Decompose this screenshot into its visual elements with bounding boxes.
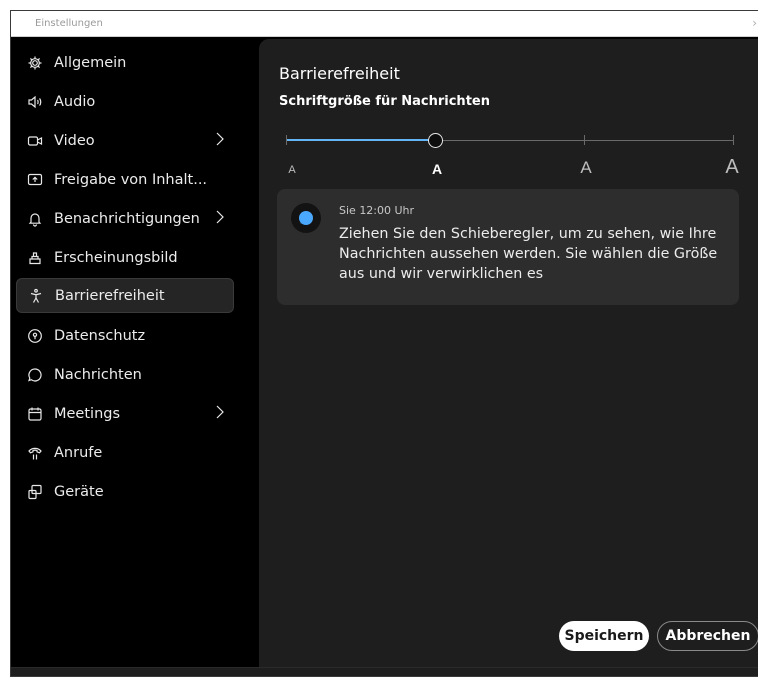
chevron-right-icon xyxy=(214,404,226,420)
title-bar: Einstellungen › xyxy=(11,11,758,37)
message-sender: Sie xyxy=(339,204,356,217)
sidebar-item-barrierefreiheit[interactable]: Barrierefreiheit xyxy=(16,278,234,313)
sidebar-item-audio[interactable]: Audio xyxy=(16,84,234,119)
sidebar-item-nachrichten[interactable]: Nachrichten xyxy=(16,357,234,392)
sidebar-item-label: Audio xyxy=(54,93,96,110)
privacy-icon xyxy=(27,328,43,344)
share-screen-icon xyxy=(27,172,43,188)
sidebar-item-label: Erscheinungsbild xyxy=(54,249,178,266)
message-meta: Sie 12:00 Uhr xyxy=(339,204,414,217)
phone-icon xyxy=(27,445,43,461)
font-size-label-small[interactable]: A xyxy=(288,164,295,176)
font-size-slider[interactable] xyxy=(286,131,734,151)
slider-tick xyxy=(584,135,585,145)
sidebar-item-datenschutz[interactable]: Datenschutz xyxy=(16,318,234,353)
cancel-button[interactable]: Abbrechen xyxy=(657,621,758,651)
sidebar-item-label: Meetings xyxy=(54,405,121,422)
video-camera-icon xyxy=(27,133,43,149)
speaker-icon xyxy=(27,94,43,110)
sidebar-item-label: Geräte xyxy=(54,483,104,500)
devices-icon xyxy=(27,484,43,500)
save-button[interactable]: Speichern xyxy=(559,621,649,651)
chevron-right-icon[interactable]: › xyxy=(752,16,757,30)
accessibility-icon xyxy=(28,288,44,304)
sidebar-item-meetings[interactable]: Meetings xyxy=(16,396,234,431)
slider-fill xyxy=(286,139,435,141)
sidebar-item-label: Video xyxy=(54,132,95,149)
appearance-icon xyxy=(27,250,43,266)
sidebar-item-benachrichtigungen[interactable]: Benachrichtigungen xyxy=(16,201,234,236)
sidebar-item-freigabe[interactable]: Freigabe von Inhalt... xyxy=(16,162,234,197)
sidebar-item-anrufe[interactable]: Anrufe xyxy=(16,435,234,470)
sidebar-item-label: Allgemein xyxy=(54,54,127,71)
sidebar-item-label: Datenschutz xyxy=(54,327,146,344)
section-title: Schriftgröße für Nachrichten xyxy=(279,94,490,109)
message-avatar-icon xyxy=(291,203,321,233)
bottom-strip xyxy=(11,667,758,676)
chat-bubble-icon xyxy=(27,367,43,383)
chevron-right-icon xyxy=(214,209,226,225)
sidebar-item-label: Barrierefreiheit xyxy=(55,287,165,304)
font-size-label-medium[interactable]: A xyxy=(432,161,442,177)
sidebar-item-label: Nachrichten xyxy=(54,366,142,383)
sidebar-item-video[interactable]: Video xyxy=(16,123,234,158)
slider-tick xyxy=(286,135,287,145)
settings-content-panel: Barrierefreiheit Schriftgröße für Nachri… xyxy=(259,39,758,667)
calendar-icon xyxy=(27,406,43,422)
chevron-right-icon xyxy=(214,131,226,147)
sidebar-item-label: Freigabe von Inhalt... xyxy=(54,171,208,188)
page-title: Barrierefreiheit xyxy=(279,64,400,83)
settings-window: Einstellungen › Allgemein Audio Video Fr… xyxy=(10,10,758,677)
gear-icon xyxy=(27,55,43,71)
sidebar-item-geraete[interactable]: Geräte xyxy=(16,474,234,509)
sidebar-item-label: Benachrichtigungen xyxy=(54,210,200,227)
window-title: Einstellungen xyxy=(35,18,103,29)
settings-sidebar: Allgemein Audio Video Freigabe von Inhal… xyxy=(11,39,257,667)
sidebar-item-erscheinungsbild[interactable]: Erscheinungsbild xyxy=(16,240,234,275)
message-time: 12:00 Uhr xyxy=(359,204,415,217)
message-preview-card: Sie 12:00 Uhr Ziehen Sie den Schieberegl… xyxy=(277,189,739,305)
sidebar-item-allgemein[interactable]: Allgemein xyxy=(16,45,234,80)
font-size-label-large[interactable]: A xyxy=(580,158,591,178)
slider-tick xyxy=(733,135,734,145)
message-text: Ziehen Sie den Schieberegler, um zu sehe… xyxy=(339,226,718,282)
sidebar-item-label: Anrufe xyxy=(54,444,103,461)
slider-thumb[interactable] xyxy=(428,133,443,148)
bell-icon xyxy=(27,211,43,227)
font-size-label-xlarge[interactable]: A xyxy=(725,156,738,179)
